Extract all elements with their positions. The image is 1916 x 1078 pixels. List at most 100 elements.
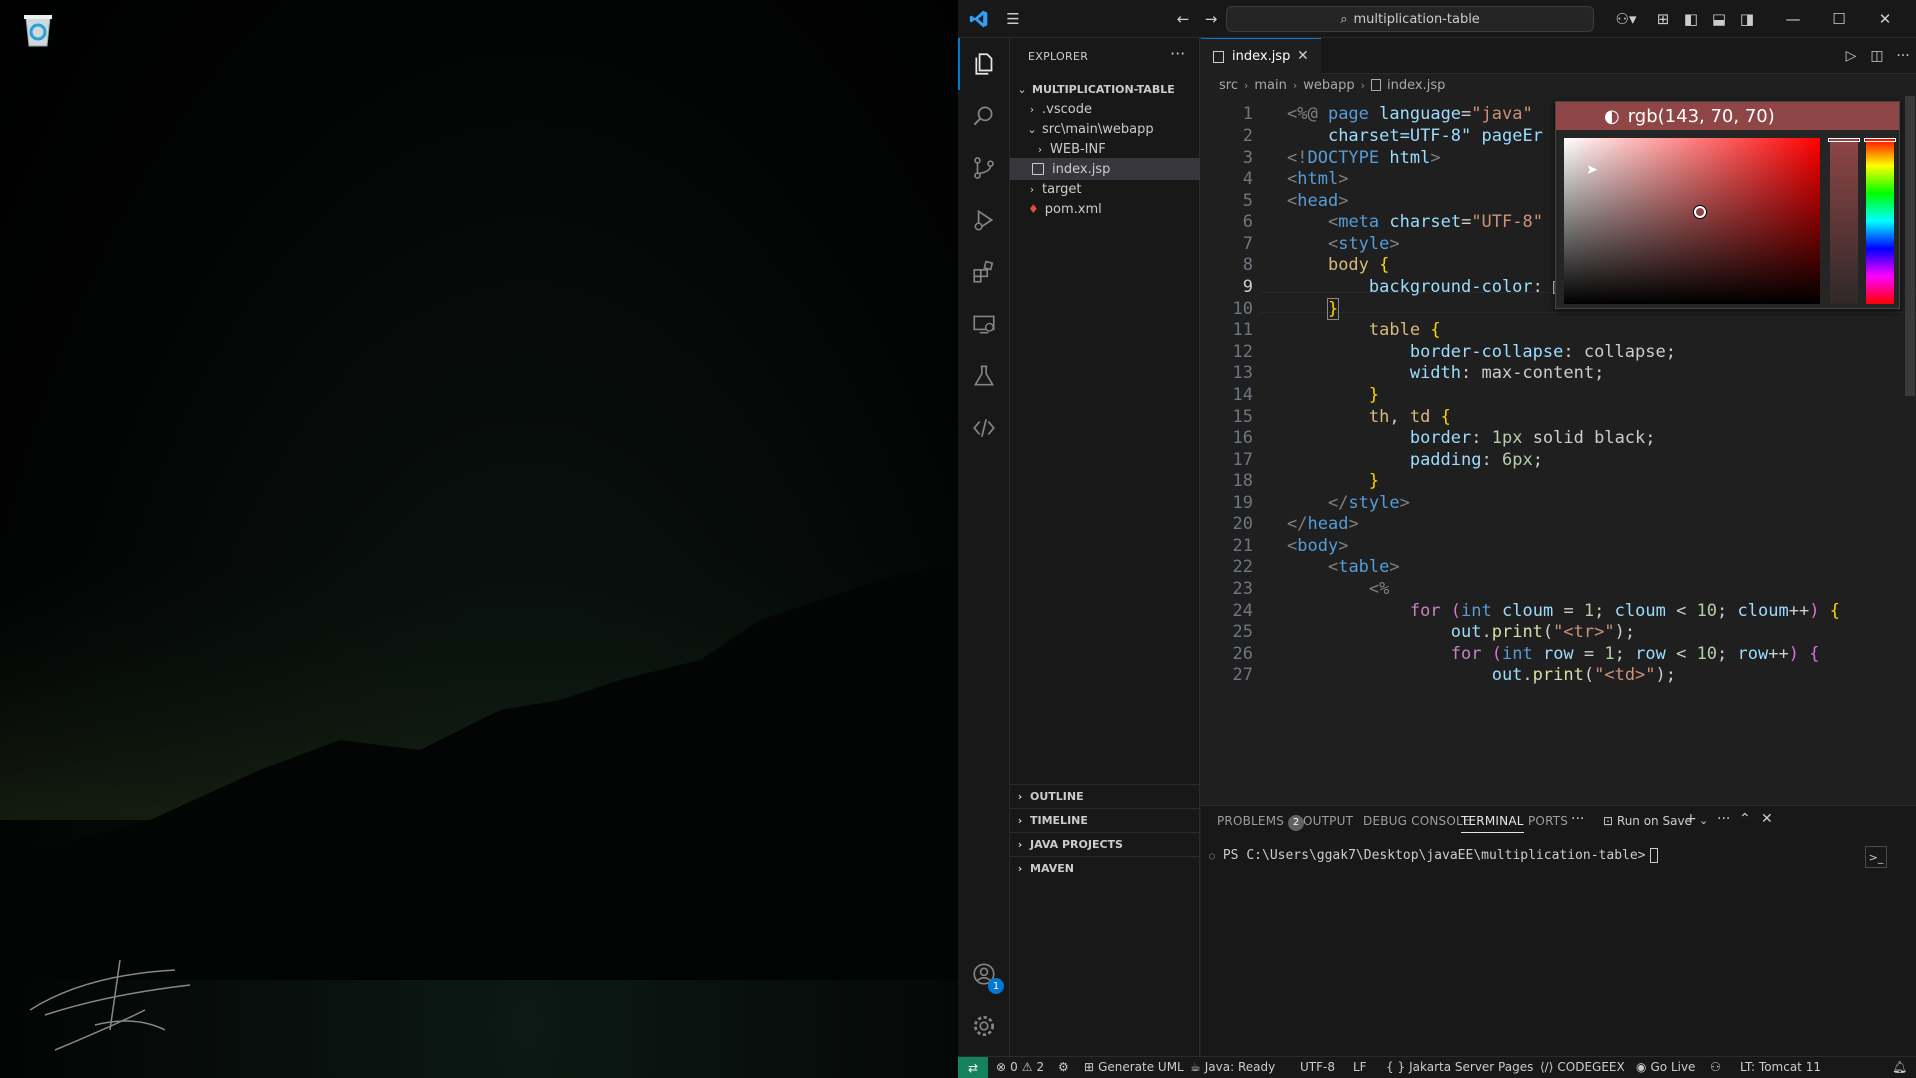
new-terminal-icon[interactable]: + [1685,811,1697,827]
tab-index-jsp[interactable]: index.jsp ✕ [1201,38,1321,74]
debug-icon[interactable]: ⚙ [1058,1060,1069,1074]
hue-strip[interactable] [1864,138,1896,304]
terminal-output[interactable]: ○ PS C:\Users\ggak7\Desktop\javaEE\multi… [1209,848,1658,863]
maven-file-icon: ♦ [1028,202,1039,216]
code-line: <body> [1287,536,1349,556]
saturation-thumb[interactable] [1694,206,1706,218]
saturation-box[interactable] [1564,138,1820,304]
search-icon[interactable] [958,90,1010,142]
customize-layout-icon[interactable]: ⊞ [1652,8,1674,30]
run-debug-icon[interactable] [958,194,1010,246]
tree-item-web-inf[interactable]: › WEB-INF [1010,138,1200,160]
problems-status[interactable]: ⊗ 0 ⚠ 2 [996,1060,1044,1074]
breadcrumb-item[interactable]: webapp [1303,78,1354,93]
section-timeline[interactable]: › TIMELINE [1010,808,1200,832]
tree-item-label: target [1042,181,1082,197]
opacity-slider-handle[interactable] [1828,138,1860,142]
recycle-bin-icon[interactable] [18,10,58,50]
testing-flask-icon[interactable] [958,350,1010,402]
uml-icon: ⊞ [1084,1060,1095,1074]
minimize-icon[interactable]: — [1782,8,1804,30]
copilot-status-icon[interactable]: ⚇ [1710,1060,1721,1074]
opacity-strip[interactable] [1828,138,1860,304]
tab-problems[interactable]: PROBLEMS 2 [1217,814,1305,831]
project-root[interactable]: ⌄ MULTIPLICATION-TABLE [1010,78,1200,100]
tab-terminal[interactable]: TERMINAL [1461,814,1524,833]
copilot-icon[interactable]: ⚇▾ [1608,8,1644,30]
tree-item-webapp[interactable]: ⌄ src\main\webapp [1010,118,1200,140]
code-line: <style> [1327,234,1400,254]
section-java-projects[interactable]: › JAVA PROJECTS [1010,832,1200,856]
tomcat-status[interactable]: LT: Tomcat 11 [1740,1060,1821,1074]
more-actions-icon[interactable]: ··· [1893,46,1913,66]
title-bar: ☰ ← → ⌕ multiplication-table ⚇▾ ⊞ ◧ ⬓ ◨ … [958,0,1916,38]
explorer-icon[interactable] [958,38,1010,90]
breadcrumb-item[interactable]: main [1254,78,1286,93]
color-picker-widget[interactable]: ◐ rgb(143, 70, 70) ➤ [1555,101,1900,309]
close-icon[interactable]: ✕ [1297,48,1309,64]
tree-item-label: pom.xml [1044,201,1102,217]
chevron-down-icon[interactable]: ⌄ [1699,814,1708,827]
run-on-save-button[interactable]: ⊡ Run on Save [1603,814,1692,828]
terminal-cursor [1649,848,1658,863]
section-outline[interactable]: › OUTLINE [1010,784,1200,808]
toggle-secondary-sidebar-icon[interactable]: ◨ [1736,8,1758,30]
code-line: for (int row = 1; row < 10; row++) { [1450,644,1820,664]
breadcrumb-item[interactable]: src [1219,78,1238,93]
more-actions-icon[interactable]: ··· [1170,44,1185,63]
hue-slider-handle[interactable] [1864,138,1896,142]
toggle-primary-sidebar-icon[interactable]: ◧ [1680,8,1702,30]
chevron-right-icon: › [1017,790,1023,803]
encoding-status[interactable]: UTF-8 [1300,1060,1335,1074]
tree-item-pom-xml[interactable]: ♦ pom.xml [1010,198,1200,220]
codegeex-status[interactable]: ⟨/⟩ CODEGEEX [1540,1060,1625,1074]
code-line: <meta charset="UTF-8" [1327,212,1543,232]
tree-item-index-jsp[interactable]: index.jsp [1010,158,1200,180]
go-live-label: Go Live [1650,1060,1696,1074]
line-number: 16 [1232,428,1253,448]
terminal-instance-icon[interactable]: >_ [1865,846,1887,868]
forward-arrow-icon[interactable]: → [1200,8,1222,30]
mountain-silhouette [0,560,958,980]
maximize-icon[interactable]: ☐ [1828,8,1850,30]
remote-indicator-icon[interactable]: ⇄ [958,1057,988,1078]
color-picker-header[interactable]: ◐ rgb(143, 70, 70) [1556,102,1899,130]
go-live-button[interactable]: ◉ Go Live [1636,1060,1695,1074]
language-mode[interactable]: { } Jakarta Server Pages [1386,1060,1533,1074]
split-editor-icon[interactable]: ◫ [1867,46,1887,66]
tree-item-vscode[interactable]: › .vscode [1010,98,1200,120]
back-arrow-icon[interactable]: ← [1172,8,1194,30]
breadcrumb-item[interactable]: index.jsp [1387,78,1445,93]
explorer-title: EXPLORER [1028,50,1089,63]
section-maven[interactable]: › MAVEN [1010,856,1200,880]
remote-explorer-icon[interactable] [958,298,1010,350]
java-status[interactable]: ☕ Java: Ready [1190,1060,1275,1074]
tree-item-target[interactable]: › target [1010,178,1200,200]
chevron-right-icon: › [1037,142,1043,156]
code-line: body { [1327,255,1390,275]
command-center-search[interactable]: ⌕ multiplication-table [1226,6,1594,32]
codegeex-label: CODEGEEX [1557,1060,1625,1074]
code-line: <html> [1287,169,1349,189]
vertical-scrollbar[interactable] [1905,96,1915,396]
run-icon[interactable]: ▷ [1841,46,1861,66]
eol-status[interactable]: LF [1353,1060,1367,1074]
tab-ports[interactable]: PORTS [1528,814,1568,828]
source-control-icon[interactable] [958,142,1010,194]
maximize-panel-icon[interactable]: ⌃ [1739,811,1751,827]
manage-gear-icon[interactable] [958,1000,1010,1052]
run-on-save-label: Run on Save [1616,814,1692,828]
notifications-bell-icon[interactable]: 🔔︎ [1892,1060,1907,1074]
extensions-icon[interactable] [958,246,1010,298]
codegeex-icon[interactable] [958,402,1010,454]
tab-debug-console[interactable]: DEBUG CONSOLE [1363,814,1471,828]
more-actions-icon[interactable]: ··· [1717,811,1730,827]
toggle-panel-icon[interactable]: ⬓ [1708,8,1730,30]
close-window-icon[interactable]: ✕ [1874,8,1896,30]
account-icon[interactable]: 1 [958,948,1010,1000]
tab-output[interactable]: OUTPUT [1303,814,1353,828]
more-views-icon[interactable]: ··· [1571,811,1584,827]
menu-icon[interactable]: ☰ [1002,8,1024,30]
close-panel-icon[interactable]: ✕ [1761,811,1773,827]
generate-uml-button[interactable]: ⊞ Generate UML [1084,1060,1184,1074]
